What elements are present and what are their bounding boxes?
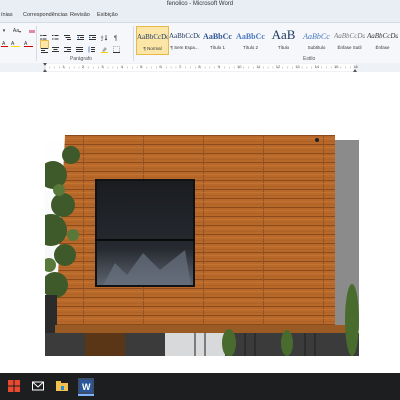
style-heading-1[interactable]: AaBbCc Título 1 (202, 26, 233, 53)
title-bar: fenolico - Microsoft Word (0, 0, 400, 10)
window-title: fenolico - Microsoft Word (166, 1, 234, 7)
style-sample: AaBbCcDd (334, 32, 365, 40)
style-label: Ênfase Sutil (337, 45, 362, 50)
sort-icon[interactable]: AZ (101, 28, 108, 42)
ruler-number: 12 (275, 64, 281, 69)
style-heading-2[interactable]: AaBbCc Título 2 (235, 26, 266, 53)
tab-mailings[interactable]: Correspondências (23, 12, 68, 18)
show-formatting-icon[interactable]: ¶ (113, 28, 120, 42)
style-label: ¶ Normal (143, 46, 162, 51)
style-sample: AaBbCcDd (169, 32, 200, 40)
group-label-style: Estilo (303, 56, 316, 62)
text-effects-button[interactable]: A (22, 39, 34, 47)
ruler-number: 16 (353, 64, 358, 69)
shading-icon[interactable] (101, 40, 108, 53)
highlight-button[interactable]: A (10, 39, 20, 47)
align-left-icon[interactable] (40, 40, 49, 53)
ruler-number: 4 (120, 64, 123, 69)
group-separator (36, 26, 37, 61)
style-label: Título (277, 45, 290, 50)
ruler-number: 15 (334, 64, 339, 69)
ruler-number: 5 (140, 64, 143, 69)
decrease-indent-icon[interactable] (77, 28, 84, 40)
style-label: Ênfase (375, 45, 390, 50)
group-separator (133, 26, 134, 61)
font-color-button[interactable]: A (0, 39, 8, 47)
grow-font-button[interactable]: Aa ▾ (10, 27, 24, 35)
ruler-number: 10 (237, 64, 242, 69)
inserted-image-building-facade[interactable] (45, 135, 359, 356)
word-icon[interactable]: W (78, 378, 94, 396)
eraser-icon (29, 29, 35, 33)
multilevel-list-icon[interactable] (64, 28, 71, 40)
bullets-icon[interactable] (40, 28, 47, 40)
ruler-number: 3 (101, 64, 104, 69)
ruler-number: 8 (198, 64, 201, 69)
ruler-number: 13 (295, 64, 300, 69)
ruler-number: 6 (159, 64, 162, 69)
style-sample: AaBbCc (303, 32, 330, 41)
justify-icon[interactable] (76, 40, 83, 52)
style-no-spacing[interactable]: AaBbCcDd ¶ Sem Espa... (169, 26, 200, 53)
first-line-indent-marker (43, 63, 47, 66)
font-color-red-icon: A (23, 41, 33, 47)
style-label: Título 2 (242, 45, 258, 50)
ribbon: ▾ Aa ▾ A A A AZ ¶ Parágrafo AaBbCcDd ¶ N… (0, 22, 400, 70)
align-right-icon[interactable] (64, 40, 71, 52)
tab-references[interactable]: ínias (1, 12, 13, 18)
ruler-number: 14 (314, 64, 320, 69)
style-subtitle[interactable]: AaBbCc Subtítulo (301, 26, 332, 53)
group-label-paragraph: Parágrafo (70, 56, 92, 62)
style-sample: AaBbCcDd (367, 32, 398, 40)
ruler-number: 11 (256, 64, 261, 69)
style-normal[interactable]: AaBbCcDd ¶ Normal (136, 26, 169, 55)
windows-logo-icon[interactable] (6, 378, 22, 394)
increase-indent-icon[interactable] (89, 28, 96, 40)
tab-review[interactable]: Revisão (70, 12, 90, 18)
tab-view[interactable]: Exibição (97, 12, 118, 18)
ruler-number: 2 (81, 64, 85, 69)
numbering-icon[interactable] (52, 28, 59, 40)
horizontal-ruler[interactable]: 1 2 3 4 5 6 7 8 9 10 11 12 13 14 15 16 (0, 63, 400, 72)
style-emphasis[interactable]: AaBbCcDd Ênfase (367, 26, 398, 53)
style-sample: AaBbCc (203, 32, 232, 41)
borders-icon[interactable] (113, 40, 120, 53)
file-explorer-icon[interactable] (54, 378, 70, 394)
style-title[interactable]: AaB Título (268, 26, 299, 53)
style-label: Subtítulo (307, 45, 326, 50)
dialog-launcher-icon[interactable] (126, 56, 132, 70)
highlighter-icon: A (10, 41, 20, 47)
svg-text:W: W (82, 382, 91, 392)
ruler-number: 7 (178, 64, 182, 69)
font-color-icon: A (0, 41, 8, 47)
style-label: Título 1 (209, 45, 225, 50)
font-size-box[interactable]: ▾ (0, 27, 8, 35)
style-sample: AaBbCc (236, 32, 265, 41)
style-subtle-emphasis[interactable]: AaBbCcDd Ênfase Sutil (334, 26, 365, 53)
align-center-icon[interactable] (52, 40, 59, 52)
mail-icon[interactable] (30, 378, 46, 394)
style-sample: AaB (271, 27, 296, 42)
line-spacing-icon[interactable] (88, 40, 95, 53)
ruler-number: 1 (62, 64, 65, 69)
style-sample: AaBbCcDd (137, 33, 168, 41)
ruler-number: 9 (217, 64, 220, 69)
style-label: ¶ Sem Espa... (170, 45, 199, 50)
ribbon-tabs: ínias Correspondências Revisão Exibição (0, 10, 400, 22)
taskbar: W (0, 373, 400, 400)
